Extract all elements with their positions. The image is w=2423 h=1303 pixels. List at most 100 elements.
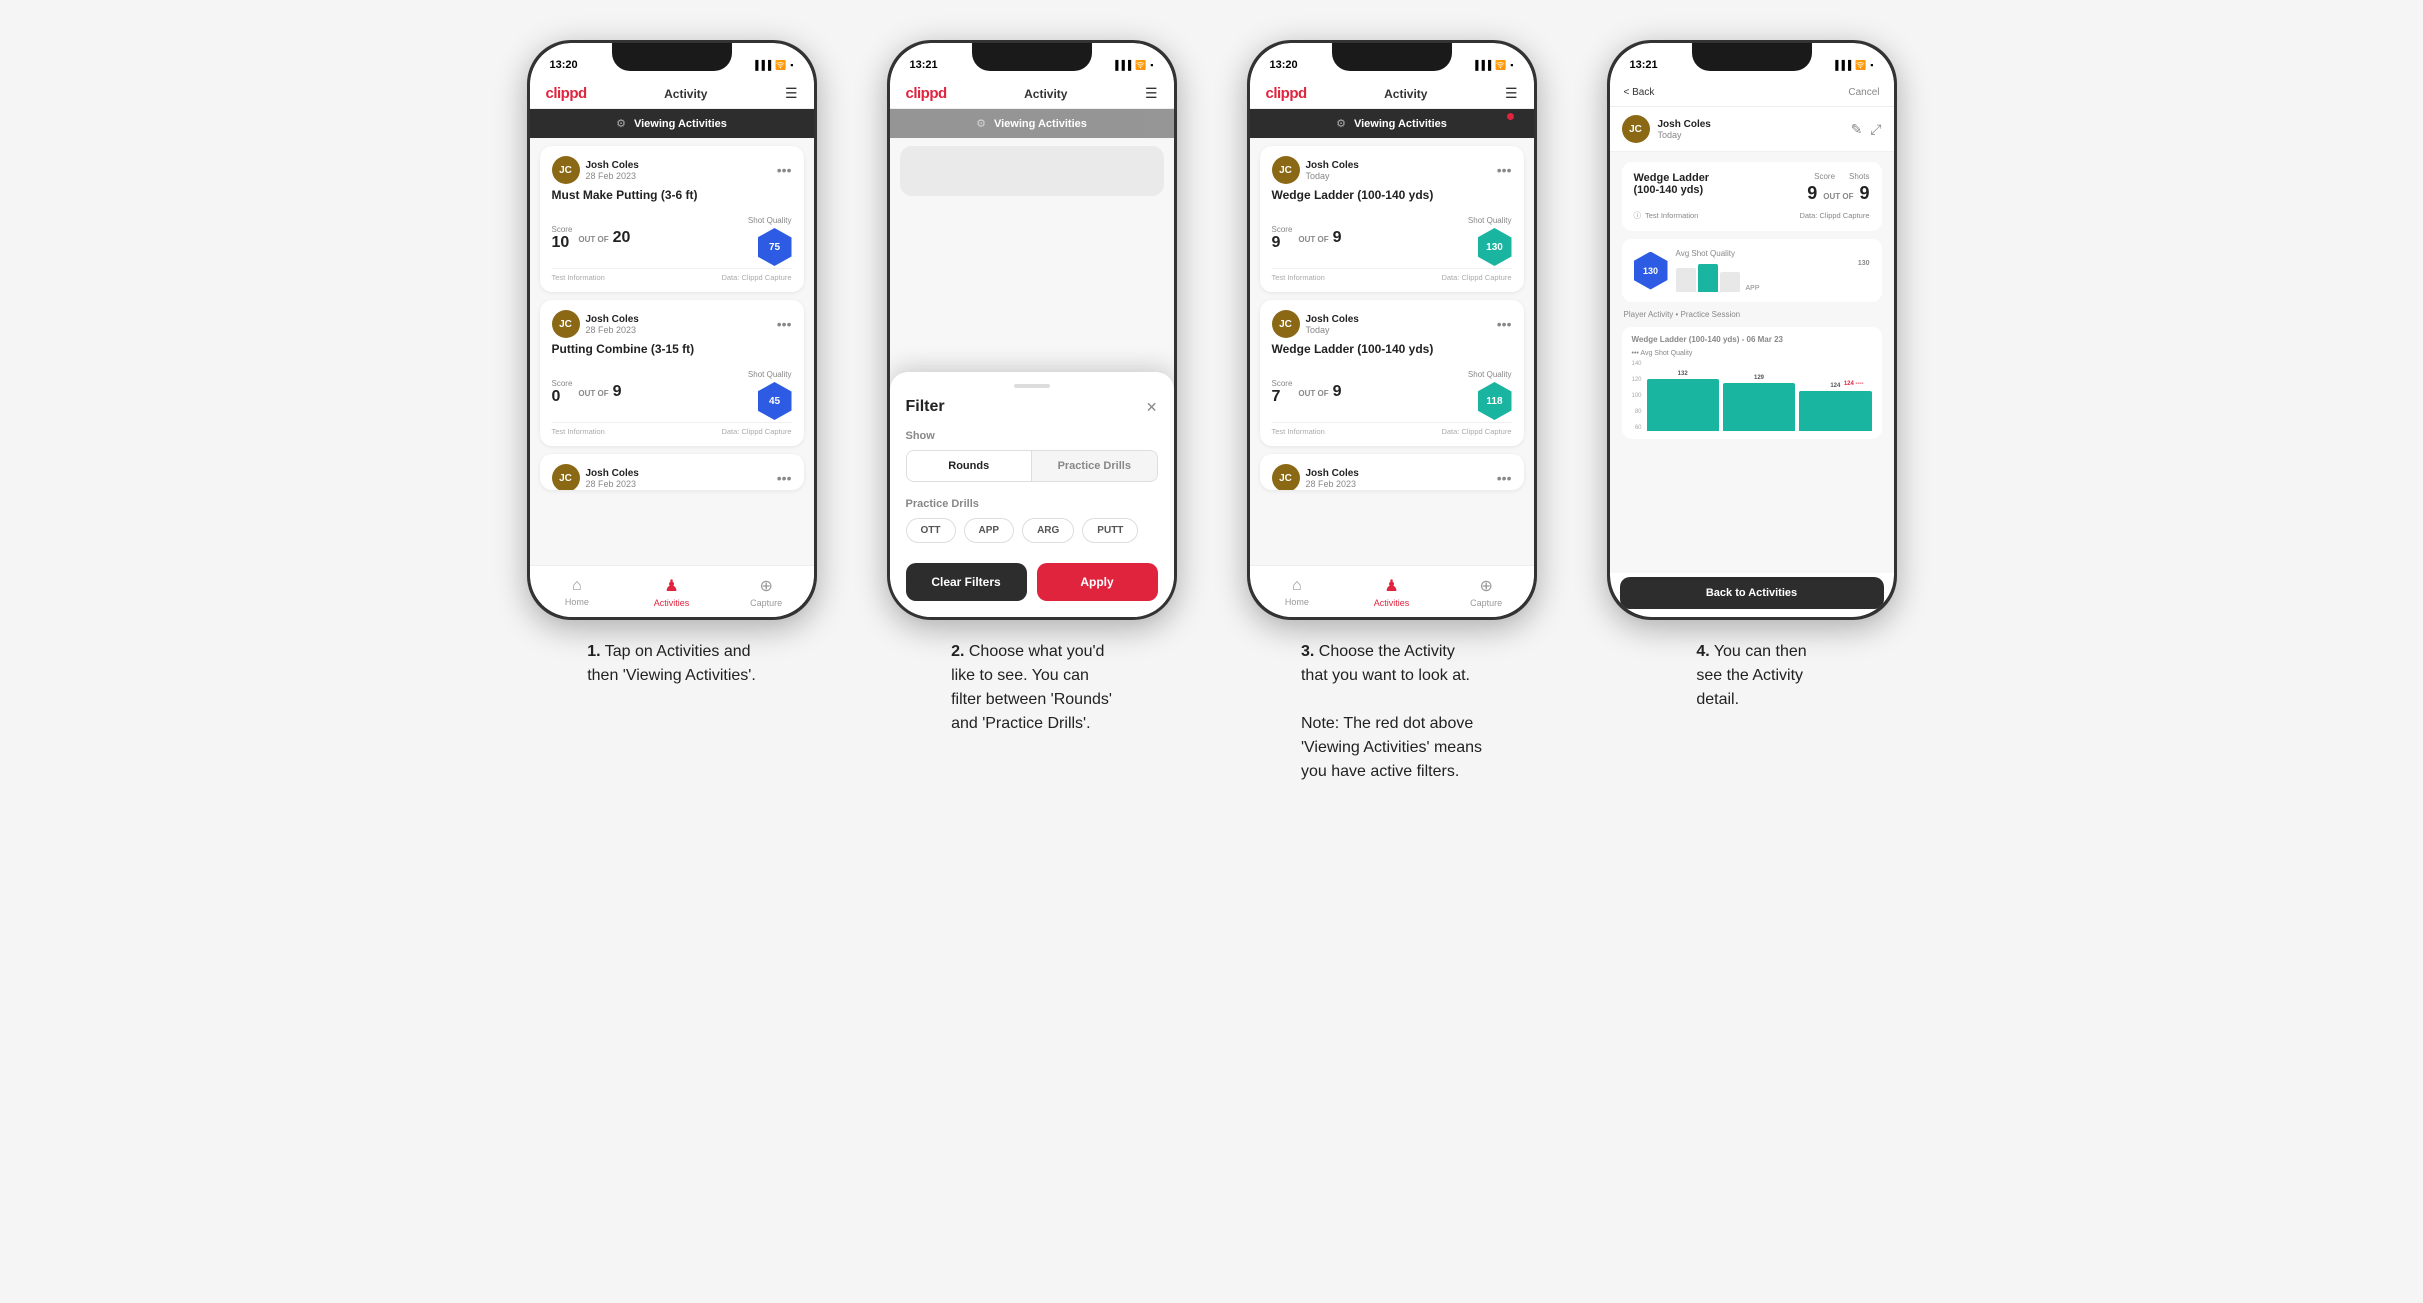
footer-left-3-2: Test Information bbox=[1272, 427, 1325, 436]
avg-quality-label: Avg Shot Quality bbox=[1676, 249, 1870, 258]
nav-capture-3[interactable]: ⊕ Capture bbox=[1439, 566, 1534, 617]
footer-left-1-2: Test Information bbox=[552, 427, 605, 436]
status-icons-4: ▐▐▐ 🛜 ▪ bbox=[1832, 60, 1874, 71]
hamburger-icon-1[interactable]: ☰ bbox=[785, 85, 798, 102]
dots-menu-3-1[interactable]: ••• bbox=[1497, 162, 1512, 178]
activity-card-1-3[interactable]: JC Josh Coles 28 Feb 2023 ••• bbox=[540, 454, 804, 490]
battery-icon-4: ▪ bbox=[1870, 60, 1873, 70]
footer-right-3-2: Data: Clippd Capture bbox=[1441, 427, 1511, 436]
user-info-3-1: JC Josh Coles Today bbox=[1272, 156, 1359, 184]
filter-drills-btn[interactable]: Practice Drills bbox=[1032, 451, 1157, 481]
viewing-bar-3[interactable]: ⚙ Viewing Activities bbox=[1250, 109, 1534, 138]
nav-home-3[interactable]: ⌂ Home bbox=[1250, 566, 1345, 617]
y-axis-100: 100 bbox=[1632, 393, 1642, 399]
nav-home-1[interactable]: ⌂ Home bbox=[530, 566, 625, 617]
viewing-bar-text-3: Viewing Activities bbox=[1354, 118, 1447, 130]
nav-activities-label-3: Activities bbox=[1374, 598, 1410, 608]
card-footer-1-1: Test Information Data: Clippd Capture bbox=[552, 268, 792, 282]
bar-label-124: 124 bbox=[1830, 383, 1840, 389]
nav-activities-label-1: Activities bbox=[654, 598, 690, 608]
filter-rounds-btn[interactable]: Rounds bbox=[907, 451, 1033, 481]
footer-right-1-2: Data: Clippd Capture bbox=[721, 427, 791, 436]
chart-axis-label: APP bbox=[1746, 285, 1760, 292]
user-info-1-1: JC Josh Coles 28 Feb 2023 bbox=[552, 156, 639, 184]
capture-icon-1: ⊕ bbox=[759, 576, 772, 596]
cancel-button[interactable]: Cancel bbox=[1848, 87, 1879, 98]
card-header-3-3: JC Josh Coles 28 Feb 2023 ••• bbox=[1272, 464, 1512, 490]
detail-action-icons: ✎ ⤢ bbox=[1851, 121, 1882, 138]
detail-score-val: 9 bbox=[1807, 183, 1817, 204]
user-date-1-1: 28 Feb 2023 bbox=[586, 171, 639, 181]
dots-menu-1-2[interactable]: ••• bbox=[777, 316, 792, 332]
card-title-3-2: Wedge Ladder (100-140 yds) bbox=[1272, 342, 1512, 356]
y-axis-60: 60 bbox=[1632, 425, 1642, 431]
outof-label-4: OUT OF bbox=[1823, 192, 1853, 201]
status-time-1: 13:20 bbox=[550, 59, 578, 71]
score-value-1-2: 0 bbox=[552, 389, 573, 405]
dots-menu-3-3[interactable]: ••• bbox=[1497, 470, 1512, 486]
nav-activities-1[interactable]: ♟ Activities bbox=[624, 566, 719, 617]
outof-row-1-1: OUT OF 20 bbox=[578, 229, 630, 247]
card-footer-3-1: Test Information Data: Clippd Capture bbox=[1272, 268, 1512, 282]
hamburger-icon-3[interactable]: ☰ bbox=[1505, 85, 1518, 102]
bottom-nav-3: ⌂ Home ♟ Activities ⊕ Capture bbox=[1250, 565, 1534, 617]
user-name-1-3: Josh Coles bbox=[586, 468, 639, 479]
avatar-1-3: JC bbox=[552, 464, 580, 490]
quality-label-3-2: Shot Quality bbox=[1468, 370, 1512, 379]
outof-row-3-2: OUT OF 9 bbox=[1298, 383, 1341, 401]
filter-pill-putt[interactable]: PUTT bbox=[1082, 518, 1138, 543]
caption-step-4: 4. bbox=[1696, 643, 1709, 660]
apply-button[interactable]: Apply bbox=[1037, 563, 1158, 601]
viewing-bar-1[interactable]: ⚙ Viewing Activities bbox=[530, 109, 814, 138]
phone-screen-3: 13:20 ▐▐▐ 🛜 ▪ clippd Activity ☰ ⚙ Viewin… bbox=[1250, 43, 1534, 617]
activity-card-3-2[interactable]: JC Josh Coles Today ••• Wedge Ladder (10… bbox=[1260, 300, 1524, 446]
phone-4: 13:21 ▐▐▐ 🛜 ▪ < Back Cancel JC Josh Cole… bbox=[1607, 40, 1897, 620]
user-date-3-3: 28 Feb 2023 bbox=[1306, 479, 1359, 489]
nav-capture-1[interactable]: ⊕ Capture bbox=[719, 566, 814, 617]
dots-menu-3-2[interactable]: ••• bbox=[1497, 316, 1512, 332]
card-title-1-1: Must Make Putting (3-6 ft) bbox=[552, 188, 792, 202]
activity-card-3-3[interactable]: JC Josh Coles 28 Feb 2023 ••• bbox=[1260, 454, 1524, 490]
activity-card-3-1[interactable]: JC Josh Coles Today ••• Wedge Ladder (10… bbox=[1260, 146, 1524, 292]
dots-menu-1-3[interactable]: ••• bbox=[777, 470, 792, 486]
hexagon-badge-3-2: 118 bbox=[1478, 382, 1512, 420]
filter-close-icon[interactable]: ✕ bbox=[1146, 399, 1158, 416]
filter-pill-arg[interactable]: ARG bbox=[1022, 518, 1074, 543]
quality-label-1-2: Shot Quality bbox=[748, 370, 792, 379]
chart-sub-label: ••• Avg Shot Quality bbox=[1632, 350, 1872, 357]
clear-filters-button[interactable]: Clear Filters bbox=[906, 563, 1027, 601]
hamburger-icon-2[interactable]: ☰ bbox=[1145, 85, 1158, 102]
caption-text-4: You can thensee the Activitydetail. bbox=[1696, 643, 1806, 708]
step-1-container: 13:20 ▐▐▐ 🛜 ▪ clippd Activity ☰ ⚙ Viewin… bbox=[512, 40, 832, 688]
detail-title-row: Wedge Ladder(100-140 yds) Score Shots 9 … bbox=[1634, 172, 1870, 204]
battery-icon-1: ▪ bbox=[790, 60, 793, 70]
status-icons-3: ▐▐▐ 🛜 ▪ bbox=[1472, 60, 1514, 71]
caption-1: 1. Tap on Activities andthen 'Viewing Ac… bbox=[587, 640, 756, 688]
card-header-1-2: JC Josh Coles 28 Feb 2023 ••• bbox=[552, 310, 792, 338]
back-to-activities-button[interactable]: Back to Activities bbox=[1620, 577, 1884, 609]
nav-activities-3[interactable]: ♟ Activities bbox=[1344, 566, 1439, 617]
nav-capture-label-1: Capture bbox=[750, 598, 782, 608]
hexagon-badge-3-1: 130 bbox=[1478, 228, 1512, 266]
signal-icon-1: ▐▐▐ bbox=[752, 60, 771, 70]
wifi-icon-3: 🛜 bbox=[1495, 60, 1506, 71]
filter-toggle-row: Rounds Practice Drills bbox=[906, 450, 1158, 482]
viewing-bar-text-1: Viewing Activities bbox=[634, 118, 727, 130]
chart-bar-4-b bbox=[1723, 383, 1795, 431]
card-title-3-1: Wedge Ladder (100-140 yds) bbox=[1272, 188, 1512, 202]
app-header-title-2: Activity bbox=[1024, 87, 1067, 101]
card-header-3-1: JC Josh Coles Today ••• bbox=[1272, 156, 1512, 184]
filter-title: Filter bbox=[906, 398, 945, 416]
edit-icon[interactable]: ✎ bbox=[1851, 121, 1863, 138]
battery-icon-3: ▪ bbox=[1510, 60, 1513, 70]
activity-card-1-1[interactable]: JC Josh Coles 28 Feb 2023 ••• Must Make … bbox=[540, 146, 804, 292]
filter-pill-app[interactable]: APP bbox=[964, 518, 1015, 543]
expand-icon[interactable]: ⤢ bbox=[1870, 121, 1881, 138]
dots-menu-1-1[interactable]: ••• bbox=[777, 162, 792, 178]
phone-screen-1: 13:20 ▐▐▐ 🛜 ▪ clippd Activity ☰ ⚙ Viewin… bbox=[530, 43, 814, 617]
filter-pill-ott[interactable]: OTT bbox=[906, 518, 956, 543]
back-button[interactable]: < Back bbox=[1624, 87, 1655, 98]
activity-card-1-2[interactable]: JC Josh Coles 28 Feb 2023 ••• Putting Co… bbox=[540, 300, 804, 446]
chart-bar-4-c bbox=[1799, 391, 1871, 431]
phone-screen-4: 13:21 ▐▐▐ 🛜 ▪ < Back Cancel JC Josh Cole… bbox=[1610, 43, 1894, 617]
